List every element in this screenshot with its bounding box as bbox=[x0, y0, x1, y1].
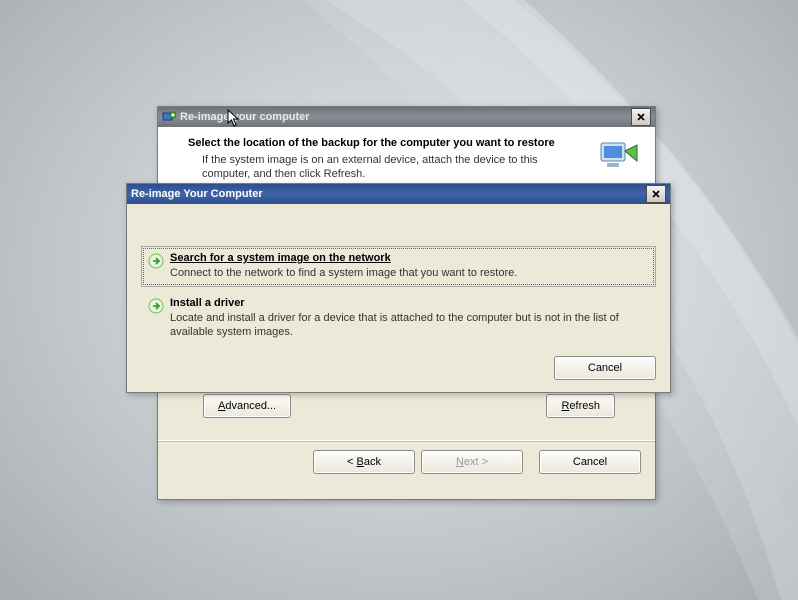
modal-close-button[interactable] bbox=[646, 185, 666, 203]
modal-body: Search for a system image on the network… bbox=[127, 204, 670, 392]
option-title: Install a driver bbox=[170, 297, 651, 309]
desktop: Re-image your computer Select the locati… bbox=[0, 0, 798, 600]
back-button[interactable]: < Back bbox=[313, 450, 415, 474]
wizard-header-desc: If the system image is on an external de… bbox=[188, 153, 585, 181]
app-icon bbox=[162, 110, 176, 124]
arrow-right-icon bbox=[148, 298, 164, 314]
backup-icon bbox=[595, 137, 639, 177]
wizard-close-button[interactable] bbox=[631, 108, 651, 126]
wizard-title: Re-image your computer bbox=[180, 111, 310, 123]
wizard-cancel-button[interactable]: Cancel bbox=[539, 450, 641, 474]
modal-cancel-button[interactable]: Cancel bbox=[554, 356, 656, 380]
option-desc: Locate and install a driver for a device… bbox=[170, 311, 651, 339]
modal-titlebar[interactable]: Re-image Your Computer bbox=[127, 184, 670, 204]
wizard-header-bold: Select the location of the backup for th… bbox=[188, 137, 585, 149]
option-install-driver[interactable]: Install a driver Locate and install a dr… bbox=[141, 291, 656, 346]
advanced-button[interactable]: Advanced... bbox=[203, 394, 291, 418]
arrow-right-icon bbox=[148, 253, 164, 269]
option-search-network[interactable]: Search for a system image on the network… bbox=[141, 246, 656, 287]
next-button: Next > bbox=[421, 450, 523, 474]
refresh-button[interactable]: Refresh bbox=[546, 394, 615, 418]
option-desc: Connect to the network to find a system … bbox=[170, 266, 651, 280]
wizard-titlebar[interactable]: Re-image your computer bbox=[158, 107, 655, 127]
modal-window: Re-image Your Computer Search for a syst… bbox=[126, 183, 671, 393]
wizard-footer-buttons: < Back Next > Cancel bbox=[313, 450, 641, 474]
footer-separator bbox=[158, 440, 655, 442]
option-title: Search for a system image on the network bbox=[170, 252, 651, 264]
modal-title: Re-image Your Computer bbox=[131, 188, 263, 200]
